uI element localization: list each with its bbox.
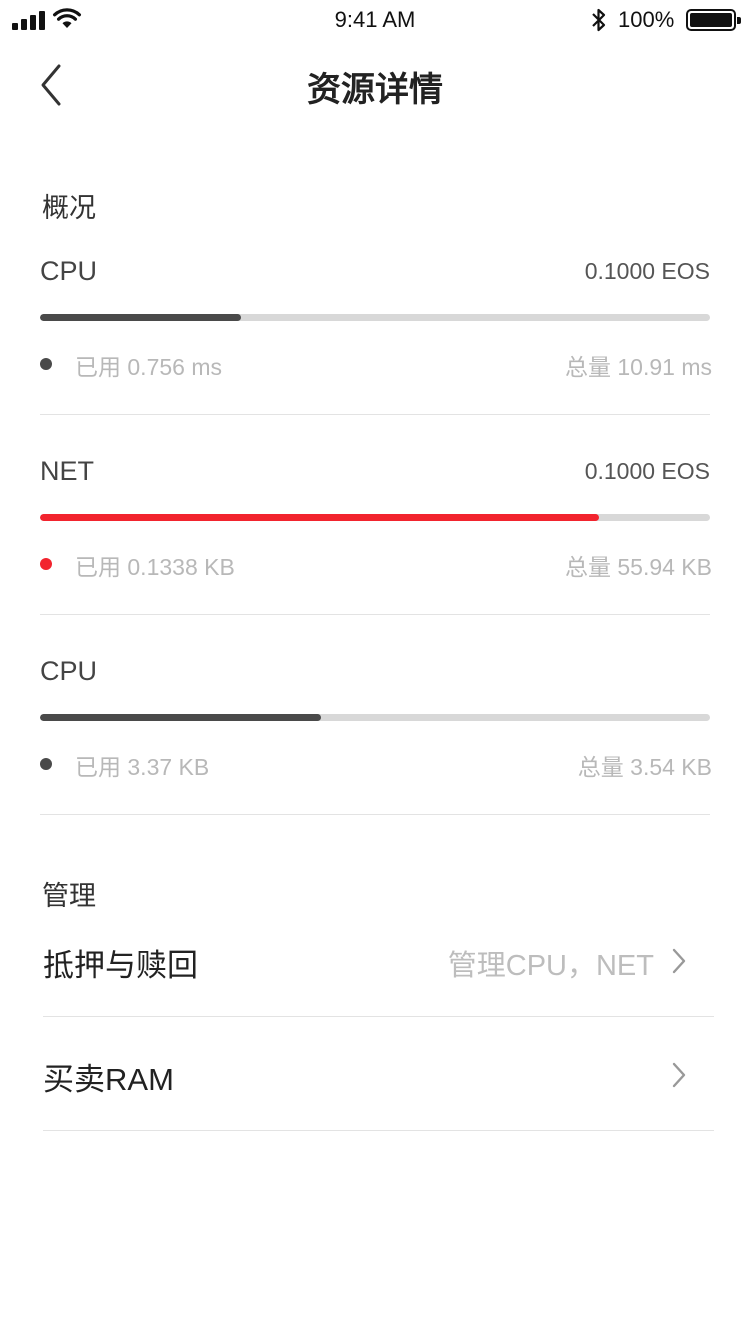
trade-ram-label: 买卖RAM xyxy=(43,1062,174,1097)
overview-section-title: 概况 xyxy=(42,193,96,223)
divider xyxy=(40,414,710,415)
usage-progress-fill xyxy=(40,314,241,321)
status-dot xyxy=(40,358,52,370)
usage-progress-fill xyxy=(40,714,322,721)
usage-progress-bar xyxy=(40,314,710,321)
used-amount: 已用 3.37 KB xyxy=(75,754,210,780)
resource-price: 0.1000 EOS xyxy=(584,458,710,484)
divider xyxy=(40,614,710,615)
used-amount: 已用 0.1338 KB xyxy=(75,554,235,580)
resource-ram: CPU 已用 3.37 KB 总量 3.54 KB xyxy=(40,656,712,856)
resource-price: 0.1000 EOS xyxy=(584,258,710,284)
total-amount: 总量 3.54 KB xyxy=(577,754,712,780)
stake-redeem-label: 抵押与赎回 xyxy=(43,948,198,983)
usage-progress-bar xyxy=(40,714,710,721)
usage-progress-fill xyxy=(40,514,600,521)
divider xyxy=(40,814,710,815)
bluetooth-icon xyxy=(592,8,606,32)
divider xyxy=(43,1016,714,1017)
total-amount: 总量 10.91 ms xyxy=(565,354,712,380)
resource-name: CPU xyxy=(40,256,98,286)
stake-redeem-value: 管理CPU，NET xyxy=(447,950,654,982)
resource-net: NET 0.1000 EOS 已用 0.1338 KB 总量 55.94 KB xyxy=(40,456,712,656)
trade-ram-row[interactable]: 买卖RAM xyxy=(43,1030,714,1130)
battery-icon xyxy=(686,9,741,31)
status-bar: 9:41 AM 100% xyxy=(0,0,750,40)
used-amount: 已用 0.756 ms xyxy=(75,354,222,380)
divider xyxy=(43,1130,714,1131)
stake-redeem-row[interactable]: 抵押与赎回 管理CPU，NET xyxy=(43,916,714,1016)
page-title: 资源详情 xyxy=(307,71,443,109)
status-dot xyxy=(40,758,52,770)
resource-cpu: CPU 0.1000 EOS 已用 0.756 ms 总量 10.91 ms xyxy=(40,256,712,456)
battery-percentage: 100% xyxy=(618,7,675,32)
resource-name: NET xyxy=(40,456,94,486)
resource-name: CPU xyxy=(40,656,98,686)
management-section-title: 管理 xyxy=(42,881,96,911)
chevron-right-icon xyxy=(672,1062,686,1088)
chevron-right-icon xyxy=(672,948,686,974)
status-dot xyxy=(40,558,52,570)
total-amount: 总量 55.94 KB xyxy=(564,554,712,580)
usage-progress-bar xyxy=(40,514,710,521)
